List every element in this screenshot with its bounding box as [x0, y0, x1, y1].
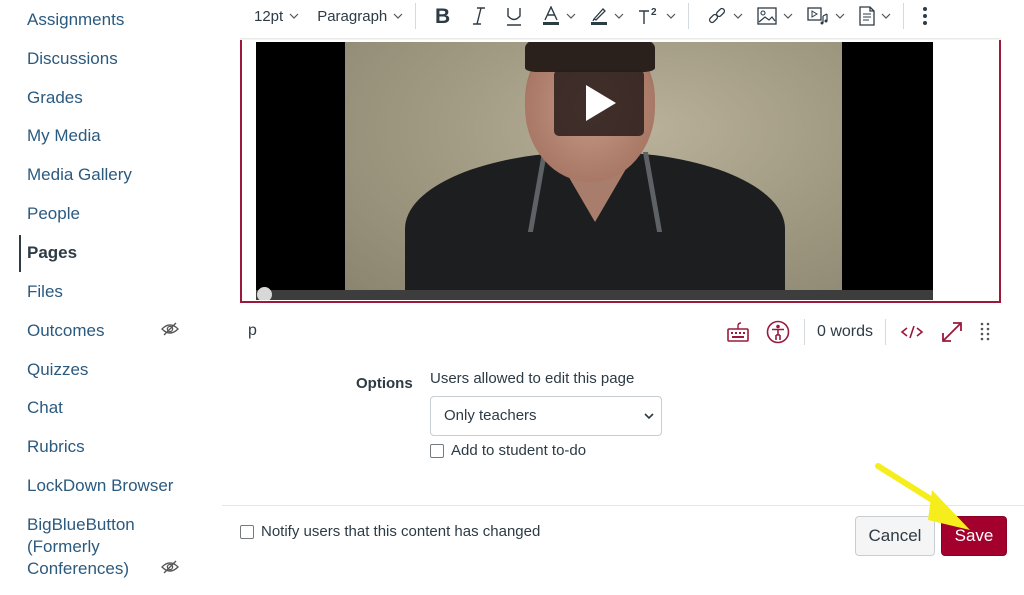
chevron-down-icon	[289, 13, 299, 19]
document-icon	[859, 6, 875, 26]
svg-text:2: 2	[651, 7, 657, 18]
chevron-down-icon	[666, 13, 676, 19]
media-button[interactable]	[807, 2, 845, 30]
nav-discussions[interactable]: Discussions	[27, 49, 118, 69]
link-button[interactable]	[707, 2, 743, 30]
video-subject-hair	[525, 42, 655, 72]
statusbar-divider	[803, 319, 805, 345]
fullscreen-icon[interactable]	[940, 320, 964, 344]
play-button[interactable]	[554, 70, 644, 136]
document-button[interactable]	[859, 2, 891, 30]
link-icon	[709, 7, 726, 24]
highlight-icon	[591, 8, 608, 25]
chevron-down-icon	[733, 13, 743, 19]
active-indicator	[19, 235, 21, 272]
edit-permission-value: Only teachers	[444, 407, 537, 424]
nav-grades[interactable]: Grades	[27, 88, 83, 108]
nav-people[interactable]: People	[27, 204, 80, 224]
chevron-down-icon	[614, 13, 624, 19]
image-icon	[757, 7, 777, 25]
text-color-button[interactable]	[542, 2, 576, 30]
statusbar-divider	[885, 319, 886, 345]
nav-outcomes[interactable]: Outcomes	[27, 321, 104, 341]
nav-pages[interactable]: Pages	[27, 243, 77, 263]
statusbar-tools: 0 words	[718, 318, 1000, 346]
keyboard-shortcuts-icon[interactable]	[726, 320, 750, 344]
font-size-value: 12pt	[254, 7, 284, 25]
edit-permission-label: Users allowed to edit this page	[430, 370, 635, 387]
accessibility-checker-icon[interactable]	[766, 320, 790, 344]
nav-media-gallery[interactable]: Media Gallery	[27, 165, 132, 185]
course-navigation: Assignments Discussions Grades My Media …	[0, 0, 222, 595]
editor-toolbar: 12pt Paragraph B 2	[240, 0, 1000, 32]
student-todo-checkbox[interactable]	[430, 443, 444, 458]
play-icon	[586, 85, 616, 121]
notify-users-checkbox[interactable]	[240, 524, 254, 539]
superscript-icon: 2	[639, 7, 657, 24]
italic-icon	[473, 7, 486, 25]
chevron-down-icon	[835, 13, 845, 19]
highlight-button[interactable]	[590, 2, 624, 30]
nav-lockdown-browser[interactable]: LockDown Browser	[27, 476, 173, 496]
hidden-eye-icon	[161, 322, 179, 336]
edit-permission-select[interactable]: Only teachers	[430, 396, 662, 436]
toolbar-divider	[415, 3, 417, 29]
font-size-dropdown[interactable]: 12pt	[254, 2, 299, 30]
hidden-eye-icon	[161, 560, 179, 574]
nav-chat[interactable]: Chat	[27, 398, 63, 418]
chevron-down-icon	[881, 13, 891, 19]
media-icon	[807, 7, 828, 25]
notify-users-label: Notify users that this content has chang…	[261, 523, 541, 540]
rich-content-editor[interactable]	[240, 40, 1001, 303]
chevron-down-icon	[566, 13, 576, 19]
seek-handle[interactable]	[257, 287, 272, 300]
nav-files[interactable]: Files	[27, 282, 63, 302]
resize-handle-icon[interactable]	[980, 320, 990, 344]
more-options-button[interactable]	[922, 2, 928, 30]
nav-assignments[interactable]: Assignments	[27, 10, 124, 30]
text-color-icon	[543, 6, 560, 25]
student-todo-label: Add to student to-do	[451, 442, 587, 459]
bold-button[interactable]: B	[434, 2, 452, 30]
underline-icon	[507, 8, 522, 26]
cancel-button[interactable]: Cancel	[855, 516, 935, 556]
student-todo-option[interactable]: Add to student to-do	[430, 442, 586, 459]
chevron-down-icon	[783, 13, 793, 19]
nav-bigbluebutton[interactable]: BigBlueButton (Formerly Conferences)	[27, 514, 147, 580]
image-button[interactable]	[757, 2, 793, 30]
editor-statusbar: p 0 words	[240, 314, 1000, 350]
svg-text:B: B	[435, 6, 450, 26]
superscript-button[interactable]: 2	[638, 2, 676, 30]
toolbar-divider	[688, 3, 690, 29]
bold-icon: B	[435, 6, 450, 26]
nav-my-media[interactable]: My Media	[27, 126, 101, 146]
nav-rubrics[interactable]: Rubrics	[27, 437, 85, 457]
html-editor-icon[interactable]	[900, 320, 924, 344]
element-path[interactable]: p	[248, 322, 257, 340]
embedded-video[interactable]	[256, 42, 933, 300]
underline-button[interactable]	[506, 2, 522, 30]
nav-quizzes[interactable]: Quizzes	[27, 360, 88, 380]
save-button[interactable]: Save	[941, 516, 1007, 556]
footer-divider	[222, 505, 1024, 506]
more-icon	[923, 7, 928, 25]
video-seekbar[interactable]	[256, 287, 933, 300]
chevron-down-icon	[393, 13, 403, 19]
toolbar-divider	[903, 3, 905, 29]
block-format-dropdown[interactable]: Paragraph	[317, 2, 403, 30]
chevron-down-icon	[644, 413, 654, 420]
italic-button[interactable]	[472, 2, 486, 30]
notify-users-option[interactable]: Notify users that this content has chang…	[240, 523, 540, 540]
options-label: Options	[356, 375, 413, 392]
word-count[interactable]: 0 words	[817, 323, 873, 341]
block-format-value: Paragraph	[317, 7, 388, 25]
